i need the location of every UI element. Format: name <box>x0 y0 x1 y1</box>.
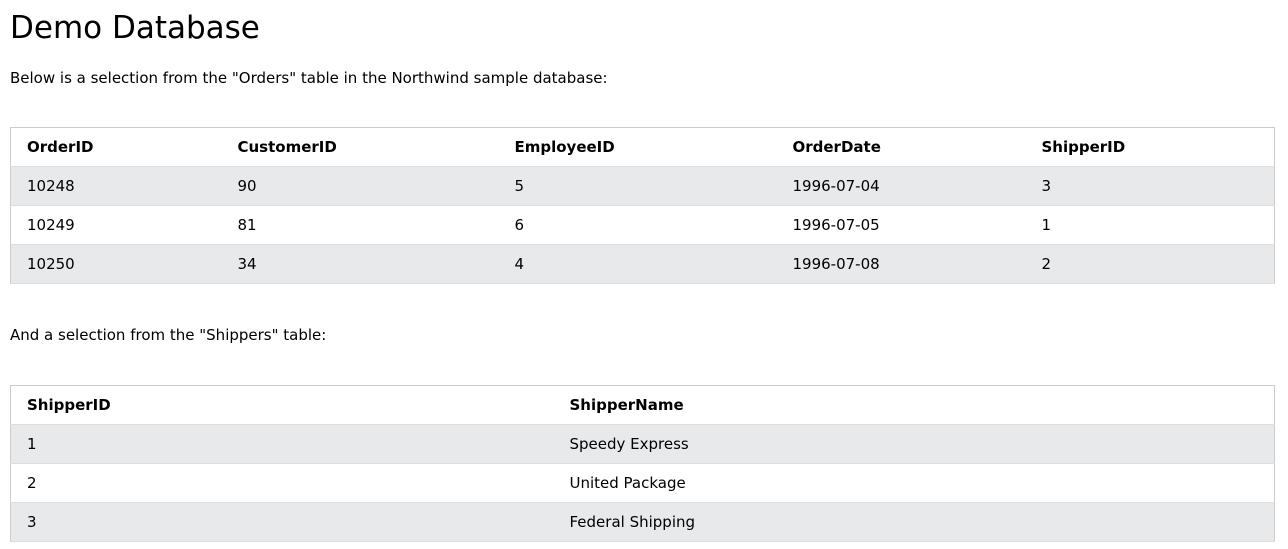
table-cell: 1996-07-05 <box>776 205 1026 245</box>
table-cell: Speedy Express <box>553 424 1275 464</box>
table-cell: 10248 <box>10 166 222 206</box>
table-cell: 6 <box>498 205 777 245</box>
table-cell: 34 <box>221 244 499 284</box>
column-header: OrderDate <box>776 127 1026 167</box>
table-cell: 1 <box>10 424 554 464</box>
table-cell: 2 <box>10 463 554 503</box>
table-row: 10249 81 6 1996-07-05 1 <box>10 205 1275 245</box>
table-header-row: OrderID CustomerID EmployeeID OrderDate … <box>10 127 1275 167</box>
table-row: 10248 90 5 1996-07-04 3 <box>10 166 1275 206</box>
table-cell: 3 <box>1025 166 1275 206</box>
table-cell: United Package <box>553 463 1275 503</box>
column-header: ShipperID <box>1025 127 1275 167</box>
table-cell: 10249 <box>10 205 222 245</box>
table-cell: 1 <box>1025 205 1275 245</box>
table-cell: 1996-07-08 <box>776 244 1026 284</box>
orders-intro-text: Below is a selection from the "Orders" t… <box>10 69 608 87</box>
table-cell: 81 <box>221 205 499 245</box>
table-cell: 1996-07-04 <box>776 166 1026 206</box>
table-cell: 3 <box>10 502 554 542</box>
table-row: 2 United Package <box>10 463 1275 503</box>
page-title: Demo Database <box>10 10 260 46</box>
table-cell: 4 <box>498 244 777 284</box>
table-cell: Federal Shipping <box>553 502 1275 542</box>
table-cell: 10250 <box>10 244 222 284</box>
table-row: 10250 34 4 1996-07-08 2 <box>10 244 1275 284</box>
table-cell: 2 <box>1025 244 1275 284</box>
table-header-row: ShipperID ShipperName <box>10 385 1275 425</box>
column-header: CustomerID <box>221 127 499 167</box>
table-cell: 90 <box>221 166 499 206</box>
column-header: ShipperID <box>10 385 554 425</box>
table-row: 3 Federal Shipping <box>10 502 1275 542</box>
column-header: OrderID <box>10 127 222 167</box>
column-header: ShipperName <box>553 385 1275 425</box>
page: Demo Database Below is a selection from … <box>0 0 1288 549</box>
shippers-intro-text: And a selection from the "Shippers" tabl… <box>10 326 327 344</box>
orders-table: OrderID CustomerID EmployeeID OrderDate … <box>10 127 1275 284</box>
table-cell: 5 <box>498 166 777 206</box>
table-row: 1 Speedy Express <box>10 424 1275 464</box>
shippers-table: ShipperID ShipperName 1 Speedy Express 2… <box>10 385 1275 542</box>
column-header: EmployeeID <box>498 127 777 167</box>
